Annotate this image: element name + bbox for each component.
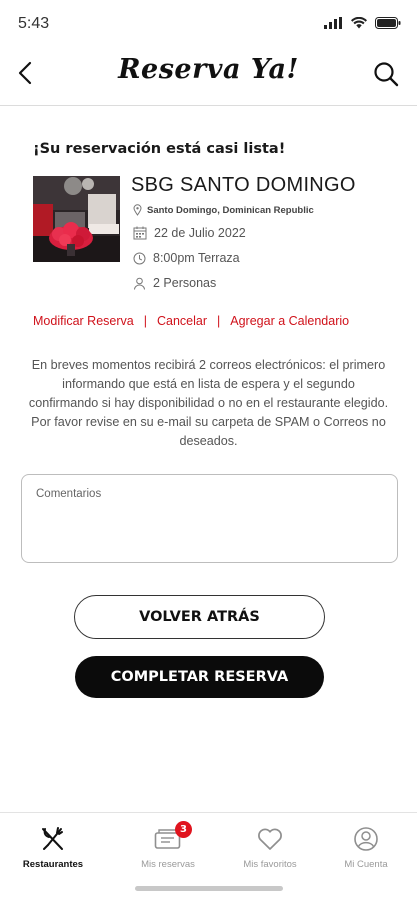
time-text: 8:00pm Terraza [153,251,240,265]
tab-mis-favoritos[interactable]: Mis favoritos [220,825,320,870]
status-bar: 5:43 [0,0,417,44]
fork-knife-icon [40,825,66,853]
add-to-calendar-link[interactable]: Agregar a Calendario [230,314,349,328]
person-icon [134,277,145,290]
reservation-actions: Modificar Reserva | Cancelar | Agregar a… [33,314,349,328]
clock-icon [133,252,146,264]
tab-label-mis-favoritos: Mis favoritos [243,859,297,870]
heart-icon [257,825,283,853]
reservation-date: 22 de Julio 2022 [133,226,246,240]
restaurant-name: SBG SANTO DOMINGO [131,174,356,196]
modify-reservation-link[interactable]: Modificar Reserva [33,314,134,328]
tab-label-restaurantes: Restaurantes [22,859,84,870]
app-header: Reserva Ya! [0,44,417,106]
home-indicator [135,886,283,891]
user-icon [353,825,379,853]
calendar-icon [133,226,147,240]
app-title: Reserva Ya! [118,54,299,85]
email-notice: En breves momentos recibirá 2 correos el… [28,358,389,448]
tab-label-mi-cuenta: Mi Cuenta [344,859,388,870]
tab-restaurantes[interactable]: Restaurantes [3,825,103,870]
status-time: 5:43 [18,15,50,32]
search-button[interactable] [369,57,403,91]
cellular-signal-icon [324,17,342,29]
tab-label-mis-reservas: Mis reservas [141,859,195,870]
location-text: Santo Domingo, Dominican Republic [147,204,314,216]
tab-mis-reservas[interactable]: 3 Mis reservas [118,821,218,870]
people-text: 2 Personas [153,276,217,290]
comments-field[interactable] [21,474,398,563]
wifi-icon [351,17,367,29]
restaurant-photo [33,176,120,262]
go-back-button[interactable]: VOLVER ATRÁS [74,595,325,639]
date-text: 22 de Julio 2022 [154,226,246,240]
complete-reservation-button[interactable]: COMPLETAR RESERVA [75,656,324,698]
battery-icon [375,17,401,29]
ticket-icon: 3 [154,821,192,853]
status-icons [324,17,401,29]
reservation-status-heading: ¡Su reservación está casi lista! [33,141,286,157]
search-icon [374,62,399,87]
cancel-reservation-link[interactable]: Cancelar [157,314,207,328]
action-separator: | [217,314,221,328]
reservation-time: 8:00pm Terraza [133,251,240,265]
location-pin-icon [133,204,142,216]
restaurant-location: Santo Domingo, Dominican Republic [133,204,314,216]
reservation-people: 2 Personas [133,276,216,290]
reservations-count-badge: 3 [175,821,192,838]
tab-mi-cuenta[interactable]: Mi Cuenta [316,825,416,870]
action-separator: | [143,314,147,328]
